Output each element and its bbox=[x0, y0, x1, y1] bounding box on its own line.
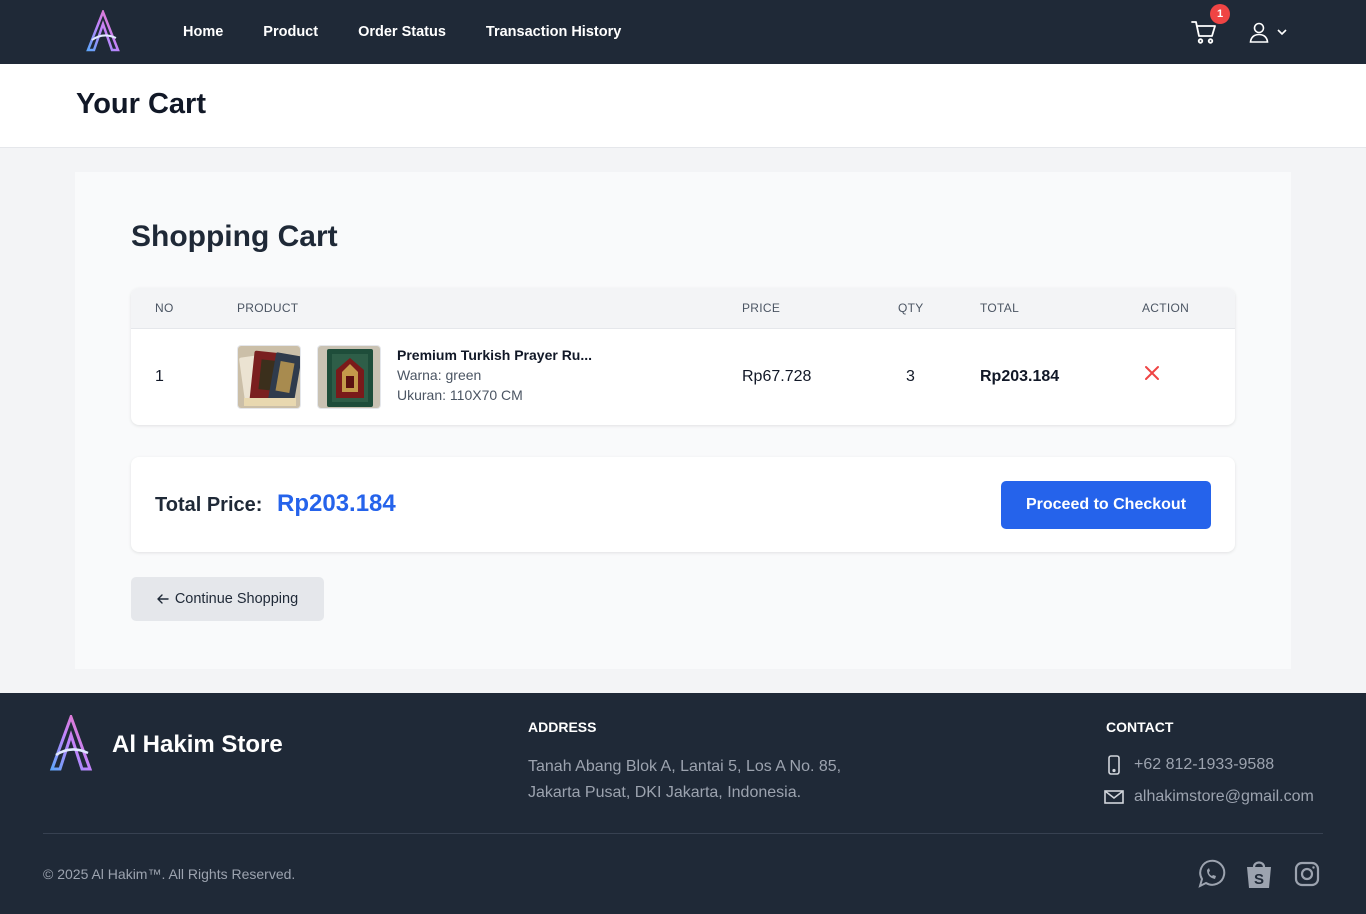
table-row: 1 Premium Turkish Prayer Ru... Warna: gr… bbox=[131, 329, 1235, 425]
column-header-action: ACTION bbox=[1142, 301, 1190, 315]
svg-text:S: S bbox=[1254, 871, 1264, 888]
contact-heading: CONTACT bbox=[1106, 719, 1174, 735]
nav-home[interactable]: Home bbox=[183, 24, 223, 40]
address-heading: ADDRESS bbox=[528, 719, 597, 735]
chevron-down-icon bbox=[1277, 29, 1287, 36]
user-icon bbox=[1249, 22, 1269, 43]
contact-email[interactable]: alhakimstore@gmail.com bbox=[1104, 787, 1314, 807]
remove-item-icon[interactable] bbox=[1143, 364, 1161, 382]
continue-shopping-button[interactable]: Continue Shopping bbox=[131, 577, 324, 621]
footer-brand-name: Al Hakim Store bbox=[112, 731, 283, 758]
column-header-qty: QTY bbox=[898, 301, 924, 315]
main-nav: Home Product Order Status Transaction Hi… bbox=[183, 0, 621, 64]
shopee-icon[interactable]: S bbox=[1244, 858, 1274, 890]
cart-panel: Shopping Cart NO PRODUCT PRICE QTY TOTAL… bbox=[75, 172, 1291, 669]
arrow-left-icon bbox=[157, 594, 169, 604]
product-name[interactable]: Premium Turkish Prayer Ru... bbox=[397, 347, 592, 363]
column-header-no: NO bbox=[155, 301, 174, 315]
store-logo-icon[interactable] bbox=[84, 10, 122, 52]
continue-shopping-label: Continue Shopping bbox=[174, 591, 299, 607]
product-image-2[interactable] bbox=[317, 345, 381, 409]
column-header-total: TOTAL bbox=[980, 301, 1020, 315]
cart-table: NO PRODUCT PRICE QTY TOTAL ACTION 1 Prem… bbox=[131, 288, 1235, 425]
proceed-to-checkout-button[interactable]: Proceed to Checkout bbox=[1001, 481, 1211, 529]
address-text: Tanah Abang Blok A, Lantai 5, Los A No. … bbox=[528, 754, 841, 806]
cart-heading: Shopping Cart bbox=[131, 220, 338, 253]
page-title: Your Cart bbox=[76, 88, 206, 120]
footer-logo-icon bbox=[49, 715, 93, 771]
copyright-text: © 2025 Al Hakim™. All Rights Reserved. bbox=[43, 866, 296, 882]
address-line-2: Jakarta Pusat, DKI Jakarta, Indonesia. bbox=[528, 784, 802, 801]
product-color: Warna: green bbox=[397, 367, 482, 383]
address-line-1: Tanah Abang Blok A, Lantai 5, Los A No. … bbox=[528, 758, 842, 775]
contact-phone[interactable]: +62 812-1933-9588 bbox=[1104, 755, 1274, 775]
footer-divider bbox=[43, 833, 1323, 834]
column-header-product: PRODUCT bbox=[237, 301, 299, 315]
instagram-icon[interactable] bbox=[1292, 858, 1322, 890]
nav-transaction-history[interactable]: Transaction History bbox=[486, 24, 621, 40]
user-menu-button[interactable] bbox=[1248, 20, 1290, 44]
phone-icon bbox=[1108, 755, 1120, 775]
product-image-1[interactable] bbox=[237, 345, 301, 409]
unit-price: Rp67.728 bbox=[742, 368, 812, 385]
whatsapp-icon[interactable] bbox=[1196, 858, 1226, 890]
top-navbar: Home Product Order Status Transaction Hi… bbox=[0, 0, 1366, 64]
total-price-value: Rp203.184 bbox=[277, 490, 396, 517]
row-number: 1 bbox=[155, 368, 164, 385]
column-header-price: PRICE bbox=[742, 301, 781, 315]
cart-count-badge: 1 bbox=[1210, 4, 1230, 24]
order-summary: Total Price: Rp203.184 Proceed to Checko… bbox=[131, 457, 1235, 552]
email-address: alhakimstore@gmail.com bbox=[1134, 788, 1314, 805]
site-footer: Al Hakim Store ADDRESS Tanah Abang Blok … bbox=[0, 693, 1366, 914]
total-price-label: Total Price: bbox=[155, 494, 263, 516]
line-total: Rp203.184 bbox=[980, 368, 1060, 385]
nav-product[interactable]: Product bbox=[263, 24, 318, 40]
phone-number: +62 812-1933-9588 bbox=[1134, 756, 1275, 773]
page-header: Your Cart bbox=[0, 64, 1366, 148]
quantity: 3 bbox=[906, 368, 915, 385]
product-size: Ukuran: 110X70 CM bbox=[397, 387, 523, 403]
email-icon bbox=[1104, 790, 1124, 804]
table-header: NO PRODUCT PRICE QTY TOTAL ACTION bbox=[131, 288, 1235, 329]
nav-order-status[interactable]: Order Status bbox=[358, 24, 446, 40]
